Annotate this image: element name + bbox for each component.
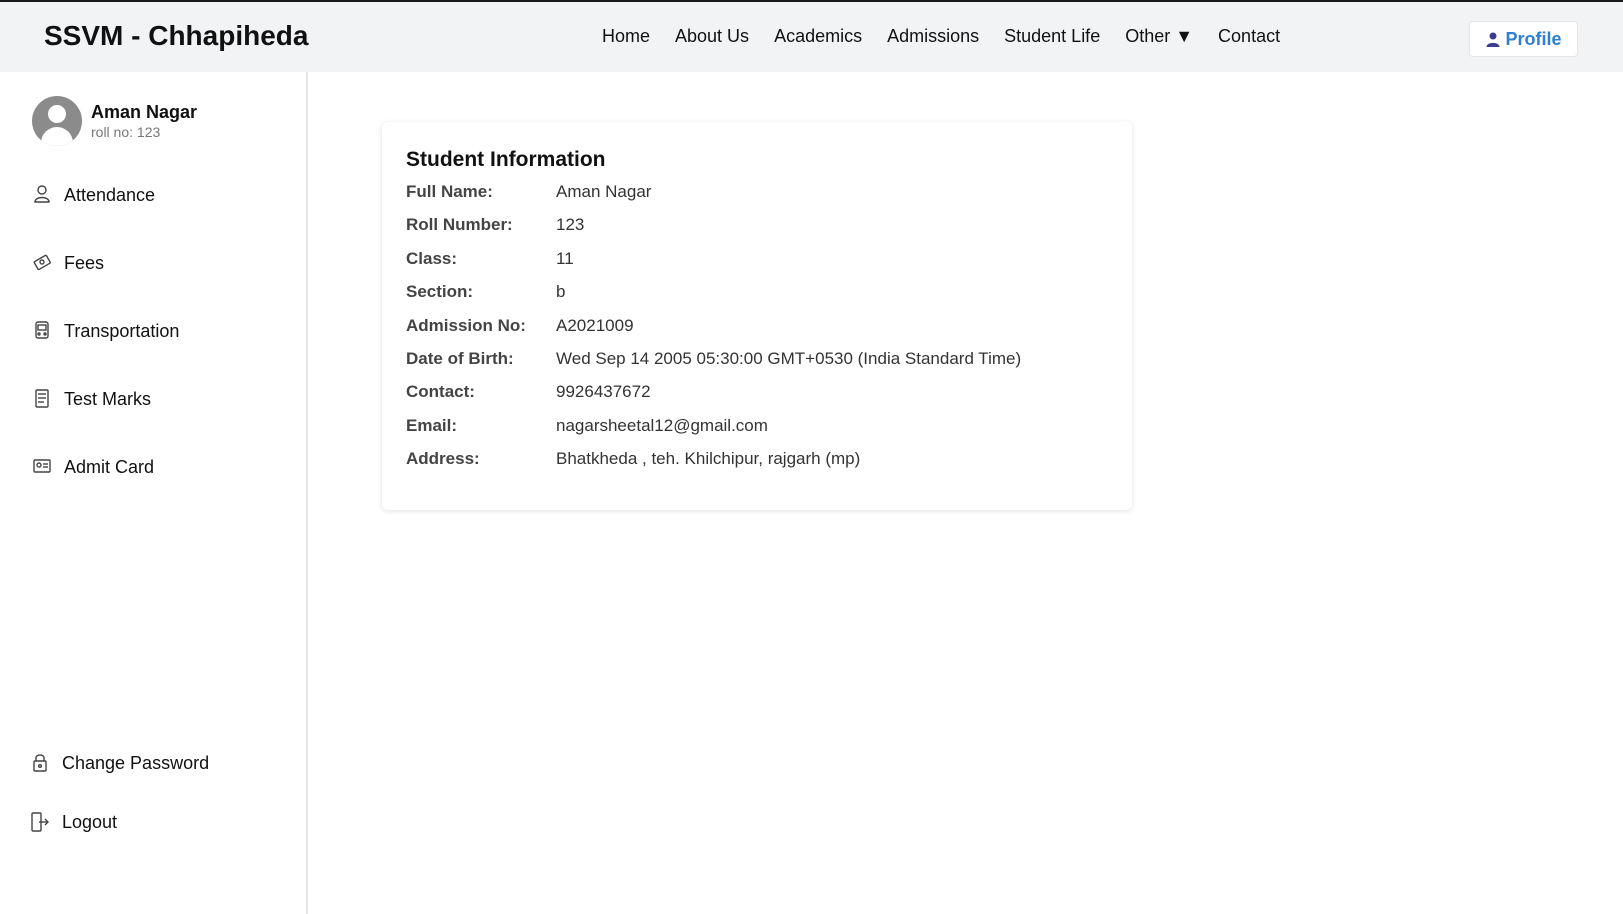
student-info-card: Student Information Full Name: Aman Nagar… — [382, 122, 1132, 510]
person-icon — [1486, 32, 1500, 47]
money-icon — [33, 254, 51, 271]
sidebar-item-transportation[interactable]: Transportation — [32, 320, 179, 342]
sidebar-item-attendance[interactable]: Attendance — [32, 184, 155, 206]
sidebar-item-label: Admit Card — [64, 456, 155, 477]
info-value: A2021009 — [556, 315, 634, 335]
bus-icon — [35, 321, 49, 339]
top-navbar: SSVM - Chhapiheda Home About Us Academic… — [0, 0, 1623, 72]
info-value: nagarsheetal12@gmail.com — [556, 415, 768, 435]
id-card-icon — [33, 459, 51, 473]
sidebar-item-label: Test Marks — [64, 388, 152, 409]
avatar — [32, 96, 82, 146]
info-label: Contact: — [406, 382, 475, 402]
info-value: Wed Sep 14 2005 05:30:00 GMT+0530 (India… — [556, 349, 1022, 368]
main-nav: Home About Us Academics Admissions Stude… — [602, 26, 1305, 47]
sidebar-item-label: Attendance — [64, 184, 156, 205]
user-name: Aman Nagar — [91, 102, 198, 122]
sidebar: Aman Nagar roll no: 123 Attendance Fees … — [0, 72, 308, 914]
nav-admissions[interactable]: Admissions — [887, 26, 979, 47]
sidebar-item-label: Transportation — [64, 320, 180, 341]
user-summary: Aman Nagar roll no: 123 — [32, 96, 197, 146]
info-label: Admission No: — [406, 315, 526, 335]
logout-icon — [31, 812, 49, 832]
nav-about-us[interactable]: About Us — [675, 26, 749, 47]
sidebar-item-logout[interactable]: Logout — [30, 811, 117, 833]
nav-other-dropdown[interactable]: Other ▼ — [1125, 26, 1193, 47]
sidebar-item-label: Logout — [62, 811, 118, 832]
info-label: Address: — [406, 449, 480, 469]
document-icon — [35, 389, 49, 408]
nav-academics[interactable]: Academics — [774, 26, 862, 47]
info-label: Date of Birth: — [406, 349, 514, 368]
info-value: 123 — [556, 215, 585, 235]
sidebar-item-admit-card[interactable]: Admit Card — [32, 456, 154, 478]
sidebar-item-label: Fees — [64, 252, 105, 273]
profile-button[interactable]: Profile — [1469, 21, 1578, 57]
card-title: Student Information — [406, 148, 606, 171]
info-label: Full Name: — [406, 182, 493, 201]
lock-icon — [33, 754, 47, 772]
sidebar-item-change-password[interactable]: Change Password — [30, 752, 209, 774]
info-label: Class: — [406, 248, 458, 268]
info-value: 11 — [556, 248, 574, 268]
info-value: Aman Nagar — [556, 182, 652, 201]
sidebar-item-label: Change Password — [62, 752, 210, 773]
nav-contact[interactable]: Contact — [1218, 26, 1280, 47]
nav-home[interactable]: Home — [602, 26, 650, 47]
info-value: b — [556, 282, 566, 302]
user-roll: roll no: 123 — [91, 124, 161, 140]
profile-label: Profile — [1505, 28, 1562, 49]
user-icon — [34, 185, 50, 203]
info-value: Bhatkheda , teh. Khilchipur, rajgarh (mp… — [556, 449, 861, 469]
sidebar-item-fees[interactable]: Fees — [32, 252, 104, 274]
nav-student-life[interactable]: Student Life — [1004, 26, 1100, 47]
info-label: Email: — [406, 415, 458, 435]
info-value: 9926437672 — [556, 382, 651, 402]
sidebar-item-test-marks[interactable]: Test Marks — [32, 388, 151, 410]
brand-title[interactable]: SSVM - Chhapiheda — [44, 20, 308, 52]
info-label: Section: — [406, 282, 474, 302]
info-label: Roll Number: — [406, 215, 513, 235]
